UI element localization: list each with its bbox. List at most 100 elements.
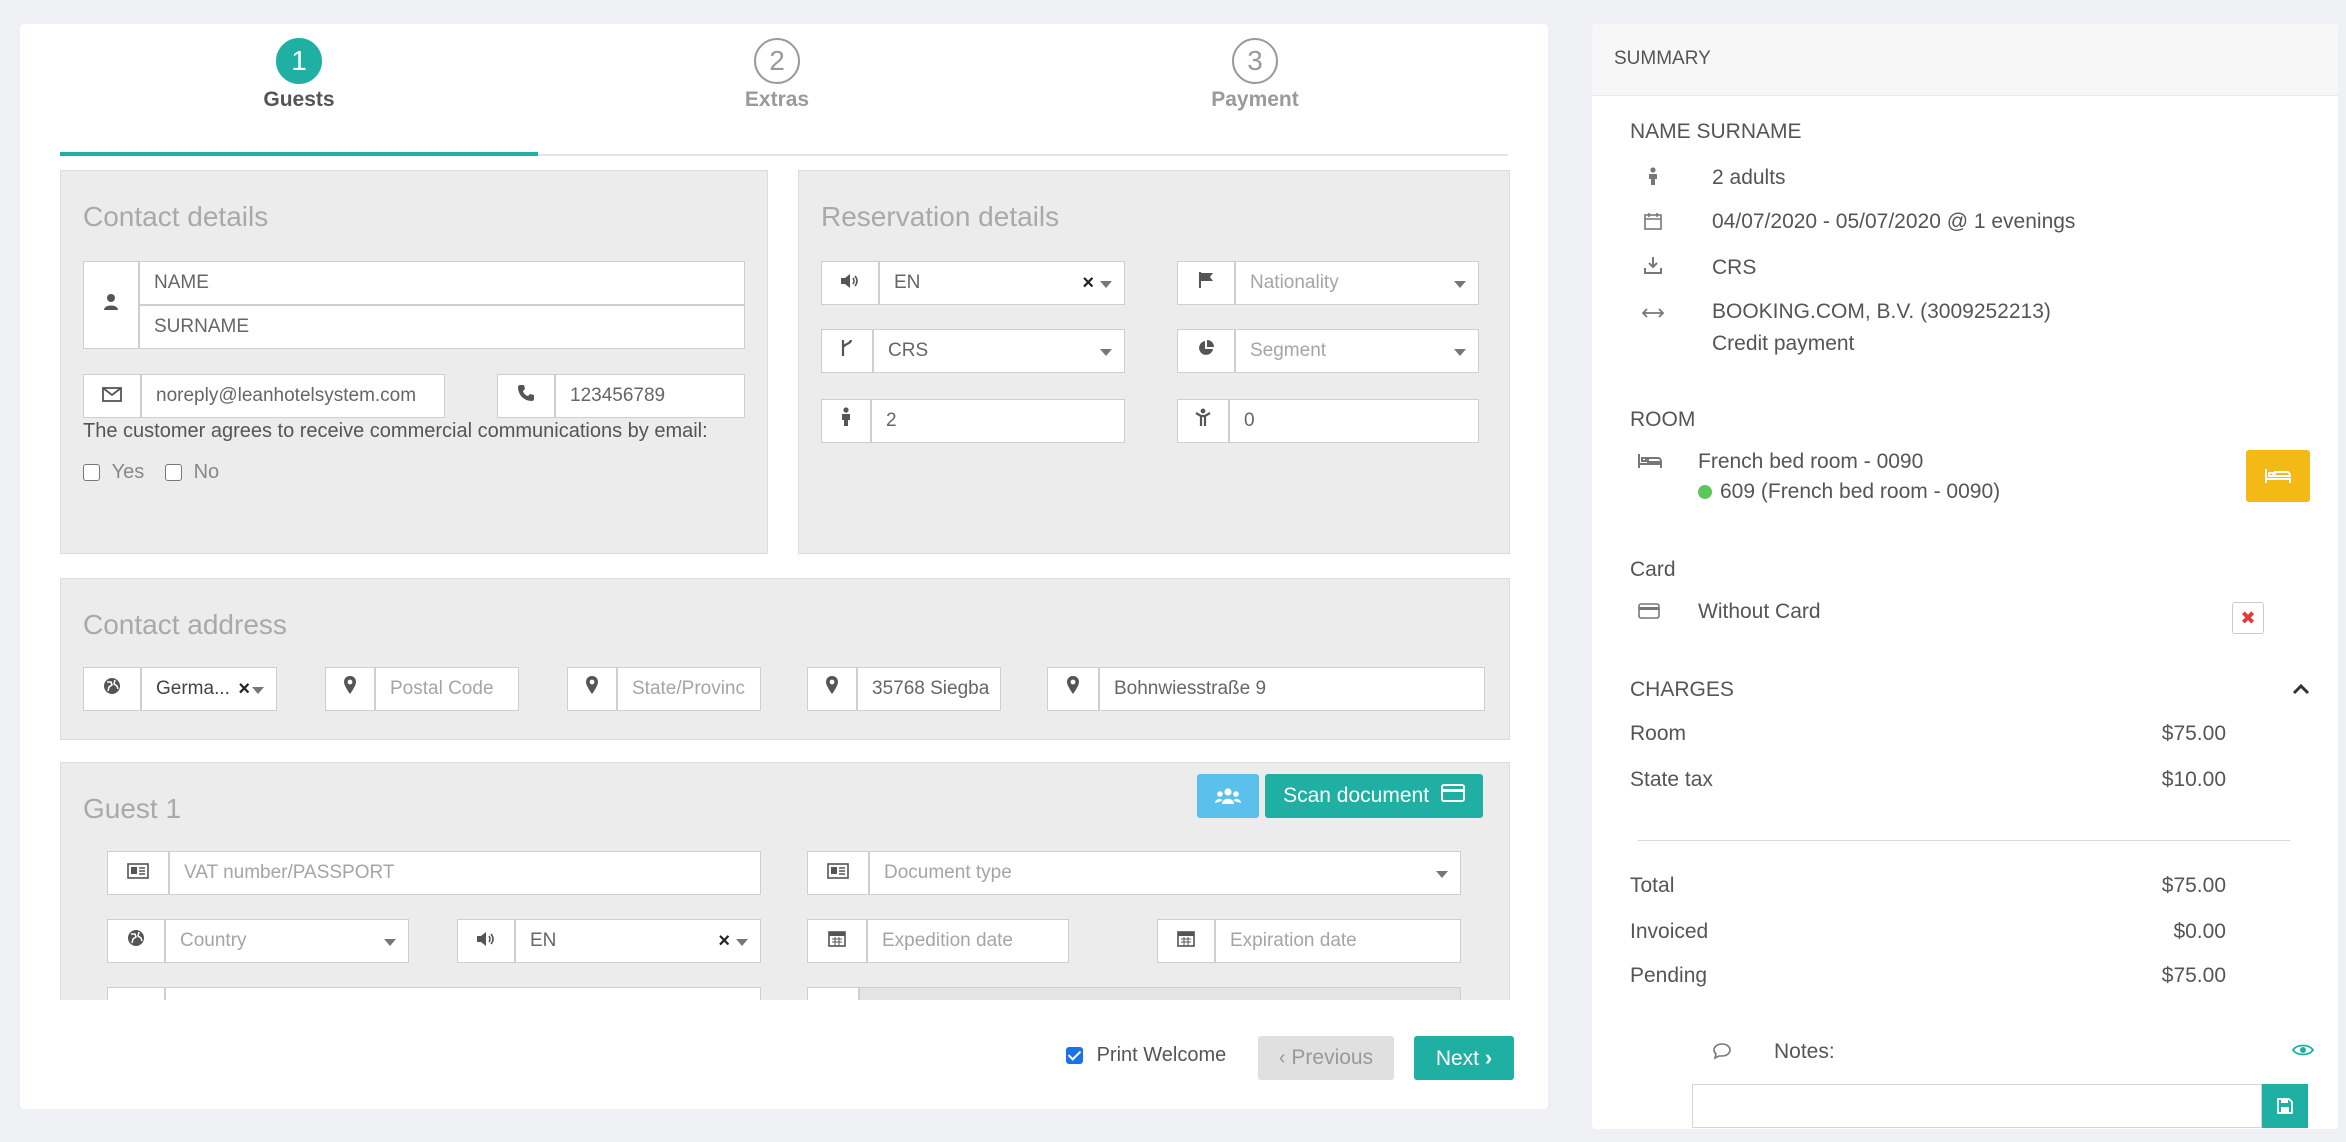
chevron-down-icon xyxy=(252,687,264,694)
credit-card-icon xyxy=(1440,774,1465,818)
flag-icon xyxy=(1177,261,1235,305)
summary-panel: SUMMARY NAME SURNAME 2 adults 04/07/2020… xyxy=(1592,24,2338,1129)
nationality-select[interactable]: Nationality xyxy=(1235,261,1479,305)
email-input[interactable]: noreply@leanhotelsystem.com xyxy=(141,374,445,418)
clear-icon[interactable]: × xyxy=(238,668,250,710)
charge-label: Room xyxy=(1630,722,1687,745)
step-guests[interactable]: 1 Guests xyxy=(60,38,538,112)
chevron-down-icon xyxy=(1100,281,1112,288)
child-icon xyxy=(1177,399,1229,443)
segment-select[interactable]: Segment xyxy=(1235,329,1479,373)
city-input[interactable]: 35768 Siegba xyxy=(857,667,1001,711)
chevron-down-icon xyxy=(1454,281,1466,288)
state-input[interactable]: State/Provinc xyxy=(617,667,761,711)
reservation-details-panel: Reservation details EN × Nationality CRS xyxy=(798,170,1510,554)
adults-input[interactable]: 2 xyxy=(871,399,1125,443)
step-label: Guests xyxy=(263,88,335,111)
reservation-form: 1 Guests 2 Extras 3 Payment Contact deta… xyxy=(20,24,1548,1109)
charge-amount: $75.00 xyxy=(2161,722,2226,745)
next-label: Next xyxy=(1435,1047,1479,1070)
previous-label: Previous xyxy=(1291,1046,1374,1069)
envelope-icon xyxy=(83,374,141,418)
charge-amount: $10.00 xyxy=(2161,768,2226,791)
print-welcome-checkbox[interactable] xyxy=(1066,1047,1083,1065)
channel-icon xyxy=(821,329,873,373)
card-value: Without Card xyxy=(1698,600,1821,623)
expiration-date-input[interactable]: Expiration date xyxy=(1215,919,1461,963)
pending-label: Pending xyxy=(1630,964,1708,987)
remove-card-button[interactable]: ✖ xyxy=(2232,602,2264,634)
phone-input[interactable]: 123456789 xyxy=(555,374,745,418)
document-type-placeholder: Document type xyxy=(884,862,1012,883)
previous-button[interactable]: ‹ Previous xyxy=(1258,1036,1394,1080)
id-card-icon xyxy=(807,851,869,895)
language-value: EN xyxy=(894,272,921,293)
calendar-icon xyxy=(807,919,867,963)
children-input[interactable]: 0 xyxy=(1229,399,1479,443)
map-marker-icon xyxy=(807,667,857,711)
notes-label: Notes: xyxy=(1774,1040,1835,1063)
name-input[interactable]: NAME xyxy=(139,261,745,305)
guest-panel: Guest 1 Scan document VAT number/PASSPOR… xyxy=(60,762,1510,1000)
chevron-up-icon[interactable] xyxy=(2292,678,2310,701)
postal-code-input[interactable]: Postal Code xyxy=(375,667,519,711)
no-checkbox[interactable] xyxy=(165,464,182,482)
channel-select[interactable]: CRS xyxy=(873,329,1125,373)
step-payment[interactable]: 3 Payment xyxy=(1016,38,1494,112)
channel-value: CRS xyxy=(888,340,929,361)
print-welcome-option[interactable]: Print Welcome xyxy=(1066,1044,1226,1067)
save-notes-button[interactable] xyxy=(2262,1084,2308,1128)
expedition-date-input[interactable]: Expedition date xyxy=(867,919,1069,963)
yes-checkbox[interactable] xyxy=(83,464,100,482)
charge-label: State tax xyxy=(1630,768,1713,791)
next-button[interactable]: Next › xyxy=(1414,1036,1514,1080)
eye-icon[interactable] xyxy=(2291,1040,2315,1063)
room-assigned: 609 (French bed room - 0090) xyxy=(1698,480,2000,504)
language-select[interactable]: EN × xyxy=(879,261,1125,305)
volume-icon xyxy=(457,919,515,963)
globe-icon xyxy=(107,919,165,963)
surname-input[interactable]: SURNAME xyxy=(139,305,745,349)
contact-address-panel: Contact address Germa... × Postal Code S… xyxy=(60,578,1510,740)
step-extras[interactable]: 2 Extras xyxy=(538,38,1016,112)
clear-icon[interactable]: × xyxy=(1082,262,1094,304)
summary-dates: 04/07/2020 - 05/07/2020 @ 1 evenings xyxy=(1712,210,2076,233)
pending-amount: $75.00 xyxy=(2161,964,2226,987)
charges-title: CHARGES xyxy=(1630,678,1734,701)
assign-room-button[interactable] xyxy=(2246,450,2310,502)
summary-title: SUMMARY xyxy=(1614,48,1711,69)
scan-document-button[interactable]: Scan document xyxy=(1265,774,1483,818)
map-marker-icon xyxy=(567,667,617,711)
panel-title: Contact address xyxy=(83,609,287,640)
bed-icon xyxy=(1638,452,1663,475)
download-icon xyxy=(1644,256,1662,280)
clear-icon[interactable]: × xyxy=(718,920,730,962)
guest-extra-field[interactable] xyxy=(859,987,1461,1000)
vat-passport-input[interactable]: VAT number/PASSPORT xyxy=(169,851,761,895)
form-scroll-area[interactable]: Contact details NAME SURNAME noreply@lea… xyxy=(60,170,1510,1000)
pie-chart-icon xyxy=(1177,329,1235,373)
guest-language-select[interactable]: EN × xyxy=(515,919,761,963)
adult-icon xyxy=(821,399,871,443)
chevron-down-icon xyxy=(736,939,748,946)
phone-icon xyxy=(497,374,555,418)
arrows-horizontal-icon xyxy=(1641,302,1665,325)
user-icon xyxy=(83,261,139,349)
guest-extra-input[interactable] xyxy=(165,987,761,1000)
guest-language-value: EN xyxy=(530,930,557,951)
notes-input[interactable] xyxy=(1692,1084,2262,1128)
panel-title: Guest 1 xyxy=(83,793,182,824)
street-input[interactable]: Bohnwiesstraße 9 xyxy=(1099,667,1485,711)
step-label: Payment xyxy=(1211,88,1299,111)
chevron-left-icon: ‹ xyxy=(1278,1047,1286,1069)
group-button[interactable] xyxy=(1197,774,1259,818)
room-title: ROOM xyxy=(1630,408,1696,431)
scan-document-label: Scan document xyxy=(1283,784,1430,807)
country-select[interactable]: Germa... × xyxy=(141,667,277,711)
guest-country-select[interactable]: Country xyxy=(165,919,409,963)
consent-yes[interactable]: Yes xyxy=(83,461,144,484)
summary-adults: 2 adults xyxy=(1712,166,1786,189)
consent-no[interactable]: No xyxy=(165,461,219,484)
document-type-select[interactable]: Document type xyxy=(869,851,1461,895)
nationality-placeholder: Nationality xyxy=(1250,272,1339,293)
